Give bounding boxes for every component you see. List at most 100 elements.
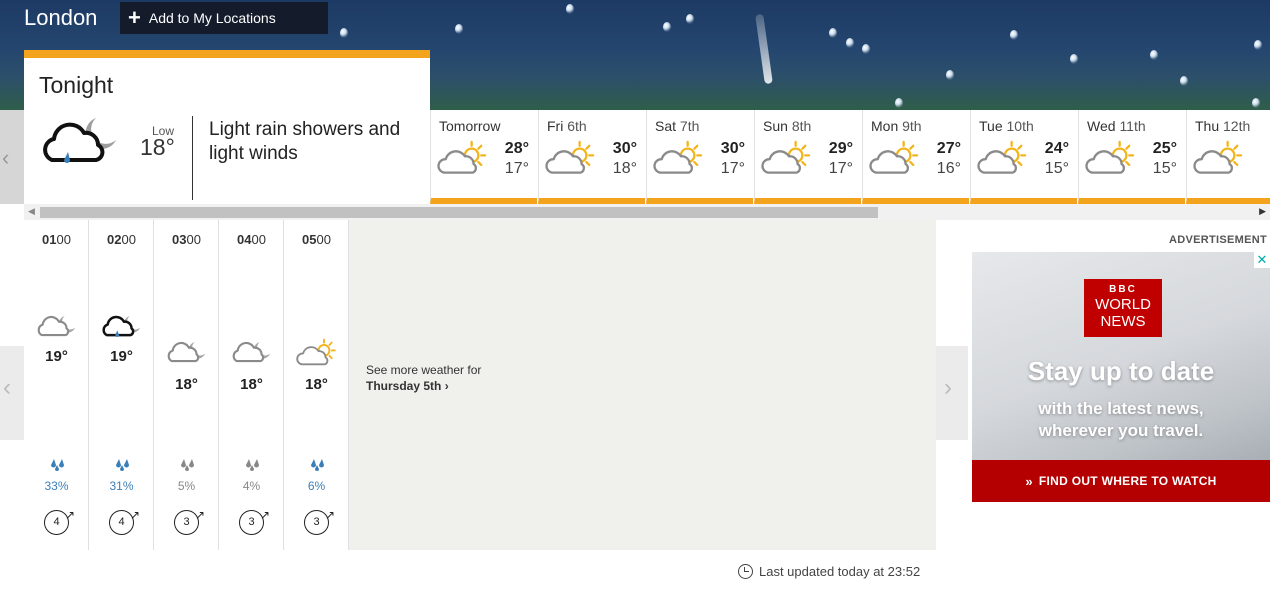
wind-speed: 4 ↗ <box>44 508 75 535</box>
hour-temperature: 18° <box>240 376 263 393</box>
sun-cloud-icon <box>761 140 813 182</box>
advertisement-banner[interactable]: ✕ BBC WORLD NEWS Stay up to date with th… <box>972 252 1270 502</box>
rain-chance: 31% <box>109 479 134 493</box>
sun-cloud-icon <box>296 338 338 373</box>
hourly-column[interactable]: 0400 18° 4% 3 ↗ <box>219 220 284 550</box>
scrollbar-thumb[interactable] <box>40 207 878 218</box>
hour-time: 0100 <box>42 232 71 247</box>
ad-headline: Stay up to date <box>1027 356 1215 386</box>
high-temperature: 27° <box>936 140 961 157</box>
day-name: Wed 11th <box>1087 118 1146 134</box>
chevron-right-icon: › <box>944 374 952 401</box>
cloud-rain-moon-icon <box>101 312 143 342</box>
rain-chance: 5% <box>177 479 196 493</box>
chevron-left-icon[interactable]: ‹ <box>2 145 9 171</box>
sun-cloud-icon <box>1085 140 1137 182</box>
low-temperature: 15° <box>1044 160 1069 177</box>
day-name: Tue 10th <box>979 118 1034 134</box>
rain-chance: 33% <box>44 479 69 493</box>
low-temperature: 16° <box>936 160 961 177</box>
day-name: Tomorrow <box>439 118 501 134</box>
wind-speed: 4 ↗ <box>109 508 140 535</box>
day-name: Mon 9th <box>871 118 922 134</box>
low-temperature: 15° <box>1152 160 1177 177</box>
wind-direction-icon: ↗ <box>259 508 270 522</box>
forecast-day[interactable]: Sat 7th 30° 17° <box>646 110 753 204</box>
ad-subtext: with the latest news, wherever you trave… <box>1038 399 1204 440</box>
divider <box>192 116 193 200</box>
hourly-column[interactable]: 0100 19° 33% 4 ↗ <box>24 220 89 550</box>
high-temperature: 30° <box>612 140 637 157</box>
close-icon[interactable]: ✕ <box>1254 252 1270 268</box>
wind-direction-icon: ↗ <box>64 508 75 522</box>
low-temperature: 17° <box>828 160 853 177</box>
raindrops-icon <box>113 458 131 477</box>
scroll-left-icon[interactable]: ◀ <box>28 206 35 217</box>
high-temperature: 25° <box>1152 140 1177 157</box>
forecast-day[interactable]: Mon 9th 27° 16° <box>862 110 969 204</box>
high-temperature: 24° <box>1044 140 1069 157</box>
day-name: Sat 7th <box>655 118 700 134</box>
sun-cloud-icon <box>653 140 705 182</box>
add-to-locations-button[interactable]: + Add to My Locations <box>120 2 328 34</box>
tonight-description: Light rain showers and light winds <box>209 119 401 164</box>
sun-cloud-icon <box>545 140 597 182</box>
hourly-column[interactable]: 0500 18° 6% 3 ↗ <box>284 220 349 550</box>
hourly-column[interactable]: 0200 19° 31% 4 ↗ <box>89 220 154 550</box>
last-updated: Last updated today at 23:52 <box>738 564 920 579</box>
forecast-day[interactable]: Wed 11th 25° 15° <box>1078 110 1185 204</box>
low-temperature: 17° <box>720 160 745 177</box>
low-temperature: 17° <box>504 160 529 177</box>
forecast-day[interactable]: Tomorrow 28° 17° <box>430 110 537 204</box>
rain-chance: 4% <box>242 479 261 493</box>
wind-speed: 3 ↗ <box>239 508 270 535</box>
raindrops-icon <box>48 458 66 477</box>
advertisement-label: ADVERTISEMENT <box>1169 234 1268 246</box>
hour-temperature: 19° <box>110 348 133 365</box>
see-more-line1: See more weather for <box>366 363 482 377</box>
raindrops-icon <box>308 458 326 477</box>
chevron-right-icon: › <box>444 379 449 393</box>
cloud-rain-moon-icon <box>38 110 122 177</box>
chevron-left-icon: ‹ <box>3 374 11 401</box>
day-name: Thu 12th <box>1195 118 1251 134</box>
high-temperature: 29° <box>828 140 853 157</box>
cloud-moon-icon <box>166 338 208 368</box>
hourly-prev-button[interactable]: ‹ <box>0 346 24 440</box>
double-chevron-icon: » <box>1025 473 1033 489</box>
raindrops-icon <box>243 458 261 477</box>
wind-speed: 3 ↗ <box>174 508 205 535</box>
cloud-moon-icon <box>231 338 273 368</box>
see-more-link[interactable]: See more weather for Thursday 5th › <box>366 362 481 394</box>
hour-time: 0200 <box>107 232 136 247</box>
day-name: Fri 6th <box>547 118 587 134</box>
hourly-next-button[interactable]: › <box>936 346 968 440</box>
hourly-column[interactable]: 0300 18° 5% 3 ↗ <box>154 220 219 550</box>
weather-page: { "header": { "city": "London", "add_loc… <box>0 0 1270 609</box>
high-temperature: 28° <box>504 140 529 157</box>
sun-cloud-icon <box>869 140 921 182</box>
day-name: Sun 8th <box>763 118 812 134</box>
forecast-days: Tomorrow 28° 17° Fri 6th 30° 18° Sat 7th <box>430 110 1270 204</box>
see-more-day: Thursday 5th <box>366 379 442 393</box>
sun-cloud-icon <box>437 140 489 182</box>
scroll-right-icon[interactable]: ▶ <box>1259 206 1266 217</box>
high-temperature: 30° <box>720 140 745 157</box>
plus-icon: + <box>128 5 141 30</box>
low-temperature: 18° <box>612 160 637 177</box>
forecast-day[interactable]: Thu 12th 2 1 <box>1186 110 1270 204</box>
forecast-day[interactable]: Fri 6th 30° 18° <box>538 110 645 204</box>
sun-cloud-icon <box>1193 140 1245 182</box>
tonight-panel[interactable]: Tonight Low 18° Light rain showers and l… <box>24 50 430 204</box>
hour-temperature: 19° <box>45 348 68 365</box>
add-to-locations-label: Add to My Locations <box>148 10 276 26</box>
horizontal-scrollbar[interactable]: ◀ ▶ <box>24 204 1270 220</box>
hour-time: 0500 <box>302 232 331 247</box>
ad-cta-button[interactable]: » FIND OUT WHERE TO WATCH <box>972 460 1270 502</box>
wind-direction-icon: ↗ <box>194 508 205 522</box>
low-temperature: 18° <box>140 134 175 160</box>
hour-time: 0400 <box>237 232 266 247</box>
hour-time: 0300 <box>172 232 201 247</box>
forecast-day[interactable]: Sun 8th 29° 17° <box>754 110 861 204</box>
forecast-day[interactable]: Tue 10th 24° 15° <box>970 110 1077 204</box>
